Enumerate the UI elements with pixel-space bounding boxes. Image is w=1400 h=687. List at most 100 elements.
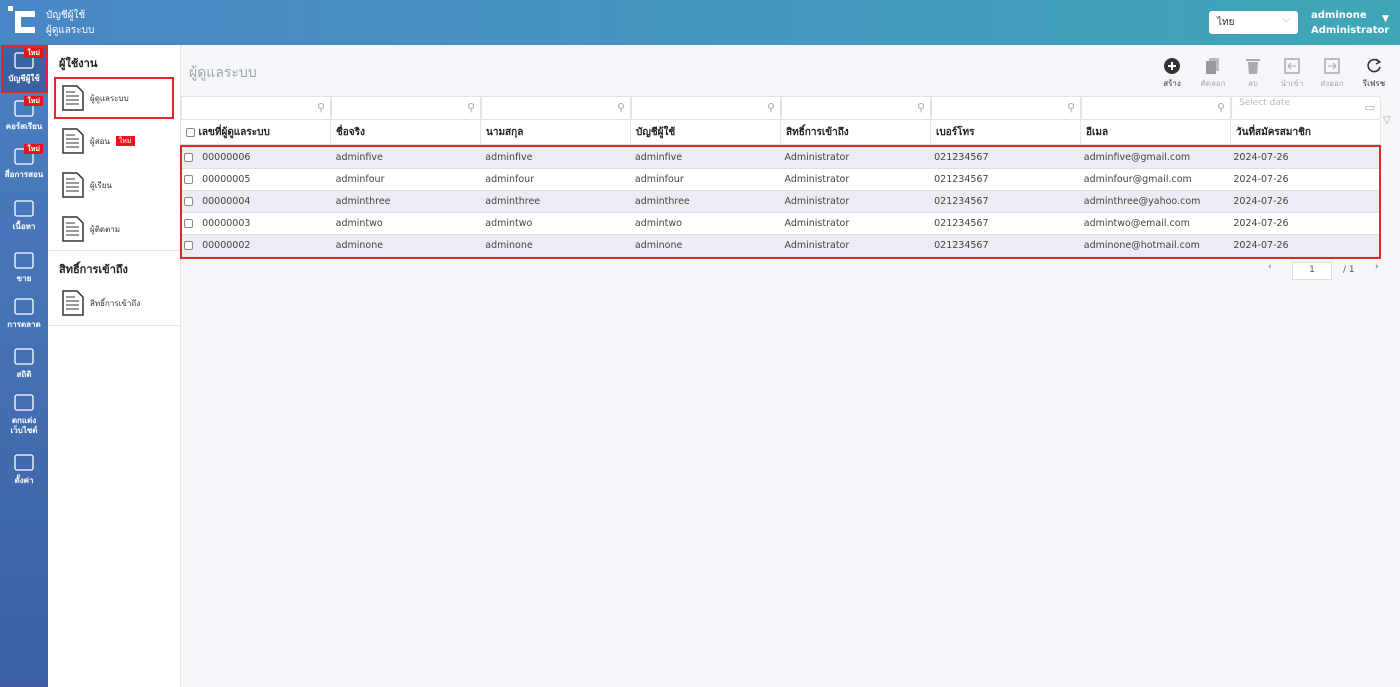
- cell-value: Administrator: [784, 152, 850, 163]
- cell-value: adminthree@yahoo.com: [1083, 196, 1201, 207]
- copy-button[interactable]: คัดลอก: [1193, 58, 1233, 90]
- column-header[interactable]: เลขที่ผู้ดูแลระบบ: [181, 120, 331, 144]
- export-button[interactable]: ส่งออก: [1312, 58, 1352, 90]
- cell-value: 021234567: [934, 174, 989, 185]
- rail-label: คอร์สเรียน: [5, 122, 43, 131]
- table-cell: adminfive: [631, 147, 781, 168]
- row-checkbox[interactable]: [184, 241, 193, 250]
- rail-item-dollar[interactable]: การตลาด: [0, 296, 48, 330]
- column-filter-input[interactable]: ⚲: [781, 96, 931, 120]
- column-filter-input[interactable]: ⚲: [631, 96, 781, 120]
- column-header-label: เลขที่ผู้ดูแลระบบ: [198, 127, 270, 138]
- cell-value: 00000005: [202, 174, 251, 185]
- rail-label: เนื้อหา: [12, 222, 36, 231]
- refresh-button[interactable]: รีเฟรช: [1354, 58, 1394, 90]
- cell-value: Administrator: [784, 196, 850, 207]
- column-header[interactable]: วันที่สมัครสมาชิก: [1231, 120, 1381, 144]
- cell-value: adminone@hotmail.com: [1083, 240, 1200, 251]
- table-cell: Administrator: [781, 213, 931, 234]
- column-header-label: สิทธิ์การเข้าถึง: [786, 127, 849, 138]
- rail-item-chart[interactable]: สถิติ: [0, 346, 48, 380]
- rail-label: การตลาด: [7, 320, 41, 329]
- table-cell: adminthree: [332, 191, 482, 212]
- filter-icon[interactable]: ▽: [1383, 115, 1391, 126]
- search-icon: ⚲: [616, 101, 625, 114]
- select-all-checkbox[interactable]: [186, 127, 195, 137]
- row-checkbox[interactable]: [184, 175, 193, 184]
- submenu-item-followers[interactable]: ผู้ติดตาม: [62, 210, 120, 248]
- language-select[interactable]: ไทย ⌵: [1209, 11, 1298, 34]
- submenu-item-students[interactable]: ผู้เรียน: [62, 166, 112, 204]
- column-header[interactable]: บัญชีผู้ใช้: [631, 120, 781, 144]
- row-checkbox[interactable]: [184, 219, 193, 228]
- column-filter-input[interactable]: ⚲: [481, 96, 631, 120]
- cell-value: 00000004: [202, 196, 251, 207]
- column-filter-input[interactable]: ⚲: [181, 96, 331, 120]
- search-icon: ⚲: [916, 101, 925, 114]
- caret-down-icon[interactable]: ▼: [1382, 14, 1389, 24]
- column-filter-input[interactable]: ⚲: [931, 96, 1081, 120]
- column-filter-input[interactable]: ⚲: [1081, 96, 1231, 120]
- table-row[interactable]: 00000003 admintwo admintwo admintwo Administ…: [182, 213, 1379, 235]
- table-cell: admintwo: [631, 213, 781, 234]
- table-cell: adminone@hotmail.com: [1080, 235, 1230, 256]
- new-badge: ใหม่: [24, 144, 43, 154]
- row-checkbox[interactable]: [184, 197, 193, 206]
- table-row[interactable]: 00000006 adminfive adminfive adminfive Admin…: [182, 147, 1379, 169]
- rail-item-gears[interactable]: ตั้งค่า: [0, 452, 48, 486]
- rail-label: ตั้งค่า: [14, 476, 34, 485]
- cell-value: adminone: [485, 240, 533, 251]
- submenu-item-permissions[interactable]: สิทธิ์การเข้าถึง: [62, 284, 140, 322]
- date-filter-input[interactable]: Select date ▭: [1231, 96, 1381, 120]
- submenu-item-admins[interactable]: ผู้ดูแลระบบ: [54, 77, 174, 119]
- page-input[interactable]: 1: [1292, 262, 1332, 280]
- logo-icon: [8, 6, 35, 33]
- submenu-label: สิทธิ์การเข้าถึง: [90, 298, 141, 308]
- header-subtitle: ผู้ดูแลระบบ: [46, 25, 95, 36]
- cell-value: 2024-07-26: [1233, 152, 1289, 163]
- column-filter-input[interactable]: ⚲: [331, 96, 481, 120]
- column-header[interactable]: ชื่อจริง: [331, 120, 481, 144]
- cell-value: admintwo: [634, 218, 682, 229]
- cell-value: adminfour: [634, 174, 684, 185]
- table-row[interactable]: 00000004 adminthree adminthree adminthree Ad…: [182, 191, 1379, 213]
- rail-item-video[interactable]: สื่อการสอน ใหม่: [0, 144, 48, 180]
- cell-value: Administrator: [784, 240, 850, 251]
- column-header[interactable]: เบอร์โทร: [931, 120, 1081, 144]
- refresh-icon: [1367, 58, 1382, 73]
- rail-item-users[interactable]: บัญชีผู้ใช้ ใหม่: [0, 48, 48, 84]
- row-checkbox[interactable]: [184, 153, 193, 162]
- table-cell: 021234567: [930, 169, 1080, 190]
- submenu-panel: ผู้ใช้งาน ผู้ดูแลระบบ ผู้สอน ใหม่ ผู้เรีย…: [48, 45, 181, 687]
- submenu-item-instructors[interactable]: ผู้สอน ใหม่: [62, 122, 135, 160]
- rail-item-books[interactable]: คอร์สเรียน ใหม่: [0, 96, 48, 132]
- rail-item-edit[interactable]: เนื้อหา: [0, 198, 48, 232]
- user-menu[interactable]: adminone Administrator: [1311, 8, 1389, 38]
- table-row[interactable]: 00000002 adminone adminone adminone Administ…: [182, 235, 1379, 257]
- language-value: ไทย: [1217, 17, 1235, 28]
- column-header-label: วันที่สมัครสมาชิก: [1236, 127, 1311, 138]
- table-row[interactable]: 00000005 adminfour adminfour adminfour Admin…: [182, 169, 1379, 191]
- prev-page-button[interactable]: ‹: [1268, 262, 1272, 272]
- create-button[interactable]: สร้าง: [1152, 58, 1192, 90]
- column-header[interactable]: สิทธิ์การเข้าถึง: [781, 120, 931, 144]
- cell-value: admintwo: [485, 218, 533, 229]
- search-icon: ⚲: [766, 101, 775, 114]
- rail-item-monitor[interactable]: ตกแต่งเว็บไซต์: [0, 392, 48, 436]
- user-role: Administrator: [1311, 25, 1390, 36]
- edit-icon: [14, 200, 34, 217]
- delete-button[interactable]: ลบ: [1233, 58, 1273, 90]
- column-header[interactable]: นามสกุล: [481, 120, 631, 144]
- rail-item-basket[interactable]: ขาย: [0, 250, 48, 284]
- top-header: บัญชีผู้ใช้ ผู้ดูแลระบบ ไทย ⌵ adminone Admi…: [0, 0, 1400, 45]
- cell-value: 00000003: [202, 218, 251, 229]
- table-cell: adminthree@yahoo.com: [1080, 191, 1230, 212]
- date-placeholder: Select date: [1239, 98, 1290, 108]
- cell-value: 021234567: [934, 196, 989, 207]
- cell-value: 2024-07-26: [1233, 174, 1289, 185]
- column-header[interactable]: อีเมล: [1081, 120, 1231, 144]
- table-cell: adminone: [631, 235, 781, 256]
- import-icon: [1284, 58, 1300, 74]
- import-button[interactable]: นำเข้า: [1272, 58, 1312, 90]
- next-page-button[interactable]: ›: [1375, 262, 1379, 272]
